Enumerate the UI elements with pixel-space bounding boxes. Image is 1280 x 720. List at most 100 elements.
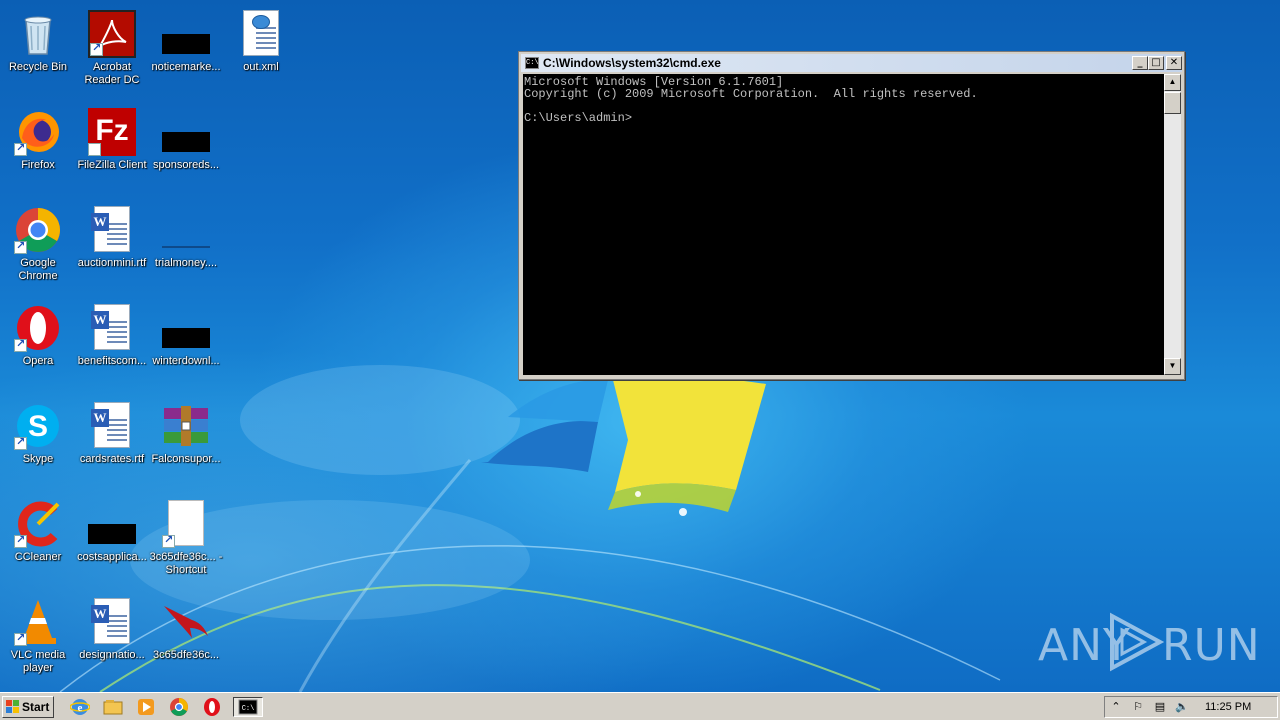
desktop-icon-skype[interactable]: S Skype bbox=[0, 396, 76, 488]
chrome-icon bbox=[14, 206, 62, 254]
system-tray: ⌃ ⚐ ▤ 🔈 11:25 PM bbox=[1104, 696, 1278, 718]
recycle-bin-icon bbox=[24, 16, 52, 55]
scrollbar-thumb[interactable] bbox=[1164, 92, 1181, 114]
word-document-icon: W bbox=[88, 402, 136, 450]
desktop-icon-label: Skype bbox=[22, 453, 54, 465]
svg-text:S: S bbox=[28, 410, 48, 443]
acrobat-icon bbox=[88, 10, 136, 58]
shortcut-arrow-icon bbox=[14, 533, 27, 548]
ccleaner-icon bbox=[14, 500, 62, 548]
filezilla-icon: Fz bbox=[88, 108, 136, 187]
desktop-icon-label: CCleaner bbox=[14, 551, 62, 563]
shortcut-arrow-icon bbox=[14, 239, 27, 254]
redacted-file-icon bbox=[162, 108, 210, 156]
cmd-window[interactable]: C:\ C:\Windows\system32\cmd.exe _ □ ✕ Mi… bbox=[518, 51, 1185, 380]
cmd-console-output[interactable]: Microsoft Windows [Version 6.1.7601] Copy… bbox=[523, 74, 1164, 375]
svg-text:C:\: C:\ bbox=[242, 705, 255, 713]
chrome-icon[interactable] bbox=[169, 697, 191, 717]
desktop-icon-ccleaner[interactable]: CCleaner bbox=[0, 494, 76, 586]
console-prompt: C:\Users\admin> bbox=[524, 111, 633, 125]
cmd-title-bar[interactable]: C:\ C:\Windows\system32\cmd.exe _ □ ✕ bbox=[521, 54, 1182, 72]
skype-icon: S bbox=[14, 402, 62, 450]
minimize-button[interactable]: _ bbox=[1132, 56, 1148, 70]
redacted-file-icon bbox=[162, 304, 210, 352]
generic-file-icon bbox=[162, 500, 210, 548]
desktop-icon-recycle-bin[interactable]: Recycle Bin bbox=[0, 4, 76, 96]
shortcut-arrow-icon bbox=[14, 435, 27, 450]
start-button[interactable]: Start bbox=[2, 696, 54, 718]
svg-text:e: e bbox=[78, 702, 83, 714]
scroll-up-arrow-icon[interactable]: ▲ bbox=[1164, 74, 1181, 91]
cmd-vertical-scrollbar[interactable]: ▲ ▼ bbox=[1164, 74, 1181, 375]
cmd-window-title: C:\Windows\system32\cmd.exe bbox=[543, 56, 721, 70]
desktop-icon-costsapplica[interactable]: costsapplica... bbox=[74, 494, 150, 586]
explorer-icon[interactable] bbox=[103, 697, 125, 717]
desktop-icon-label: costsapplica... bbox=[77, 551, 147, 563]
desktop-icon-noticemarke[interactable]: noticemarke... bbox=[148, 4, 224, 96]
desktop-icon-opera[interactable]: Opera bbox=[0, 298, 76, 390]
desktop-icon-label: auctionmini.rtf bbox=[77, 257, 147, 269]
desktop-icon-acrobat[interactable]: Acrobat Reader DC bbox=[74, 4, 150, 96]
desktop-icon-auctionmini[interactable]: W auctionmini.rtf bbox=[74, 200, 150, 292]
cmd-icon[interactable]: C:\ bbox=[233, 697, 263, 717]
desktop-icon-label: Google Chrome bbox=[18, 257, 58, 282]
desktop-icon-label: out.xml bbox=[243, 61, 279, 73]
play-triangle-icon bbox=[1110, 612, 1164, 672]
start-label: Start bbox=[22, 700, 50, 714]
shortcut-arrow-icon bbox=[14, 141, 27, 156]
action-center-flag-icon[interactable]: ⚐ bbox=[1131, 700, 1145, 714]
desktop-icon-label: Recycle Bin bbox=[8, 61, 68, 73]
scroll-down-arrow-icon[interactable]: ▼ bbox=[1164, 358, 1181, 375]
desktop-icon-label: Acrobat Reader DC bbox=[84, 61, 140, 86]
desktop-icon-label: Falconsupor... bbox=[151, 453, 221, 465]
word-document-icon: W bbox=[88, 598, 136, 646]
media-player-icon[interactable] bbox=[136, 697, 158, 717]
desktop-icon-3c65dfe36c-shortcut[interactable]: 3c65dfe36c... - Shortcut bbox=[148, 494, 224, 586]
maximize-button[interactable]: □ bbox=[1148, 56, 1164, 70]
close-button[interactable]: ✕ bbox=[1166, 56, 1182, 70]
desktop-icon-falconsupor[interactable]: Falconsupor... bbox=[148, 396, 224, 488]
desktop-icon-filezilla[interactable]: Fz FileZilla Client bbox=[74, 102, 150, 194]
network-icon[interactable]: ▤ bbox=[1153, 700, 1167, 714]
shortcut-arrow-icon bbox=[162, 533, 175, 548]
shortcut-arrow-icon bbox=[14, 337, 27, 352]
desktop-icon-vlc[interactable]: VLC media player bbox=[0, 592, 76, 684]
opera-icon[interactable] bbox=[202, 697, 224, 717]
desktop-icon-3c65dfe36c[interactable]: 3c65dfe36c... bbox=[148, 592, 224, 684]
word-document-icon: W bbox=[88, 304, 136, 352]
desktop-icon-benefitscom[interactable]: W benefitscom... bbox=[74, 298, 150, 390]
watermark-text-right: RUN bbox=[1162, 620, 1261, 671]
desktop-icon-out-xml[interactable]: out.xml bbox=[223, 4, 299, 96]
desktop-icon-label: 3c65dfe36c... bbox=[152, 649, 220, 661]
show-hidden-icons-icon[interactable]: ⌃ bbox=[1109, 700, 1123, 714]
falcon-bird-icon bbox=[162, 598, 210, 646]
taskbar: Start e C:\ ⌃ ⚐ ▤ 🔈 11:25 PM bbox=[0, 692, 1280, 720]
firefox-icon bbox=[14, 108, 62, 156]
redacted-file-icon bbox=[162, 10, 210, 58]
desktop-icon-label: designnatio... bbox=[79, 649, 145, 661]
desktop-icon-chrome[interactable]: Google Chrome bbox=[0, 200, 76, 292]
blank-file-icon bbox=[162, 206, 210, 254]
desktop-icon-label: sponsoreds... bbox=[152, 159, 220, 171]
desktop-icon-designnatio[interactable]: W designnatio... bbox=[74, 592, 150, 684]
desktop-icon-sponsoreds[interactable]: sponsoreds... bbox=[148, 102, 224, 194]
volume-icon[interactable]: 🔈 bbox=[1175, 700, 1189, 714]
desktop-icon-label: VLC media player bbox=[10, 649, 66, 674]
desktop-icon-label: FileZilla Client bbox=[77, 159, 147, 171]
desktop-icon-label: benefitscom... bbox=[77, 355, 147, 367]
opera-icon bbox=[14, 304, 62, 352]
shortcut-arrow-icon bbox=[14, 631, 27, 646]
windows-flag-icon bbox=[6, 700, 19, 713]
shortcut-arrow-icon bbox=[88, 141, 101, 187]
desktop-icon-label: Firefox bbox=[21, 159, 55, 171]
word-document-icon: W bbox=[88, 206, 136, 254]
desktop-icon-cardsrates[interactable]: W cardsrates.rtf bbox=[74, 396, 150, 488]
desktop-icon-trialmoney[interactable]: trialmoney.... bbox=[148, 200, 224, 292]
redacted-file-icon bbox=[88, 500, 136, 548]
desktop-icon-firefox[interactable]: Firefox bbox=[0, 102, 76, 194]
desktop-icon-label: trialmoney.... bbox=[154, 257, 218, 269]
ie-icon[interactable]: e bbox=[69, 697, 92, 717]
taskbar-clock[interactable]: 11:25 PM bbox=[1205, 701, 1251, 713]
vlc-icon bbox=[14, 598, 62, 646]
desktop-icon-winterdownl[interactable]: winterdownl... bbox=[148, 298, 224, 390]
